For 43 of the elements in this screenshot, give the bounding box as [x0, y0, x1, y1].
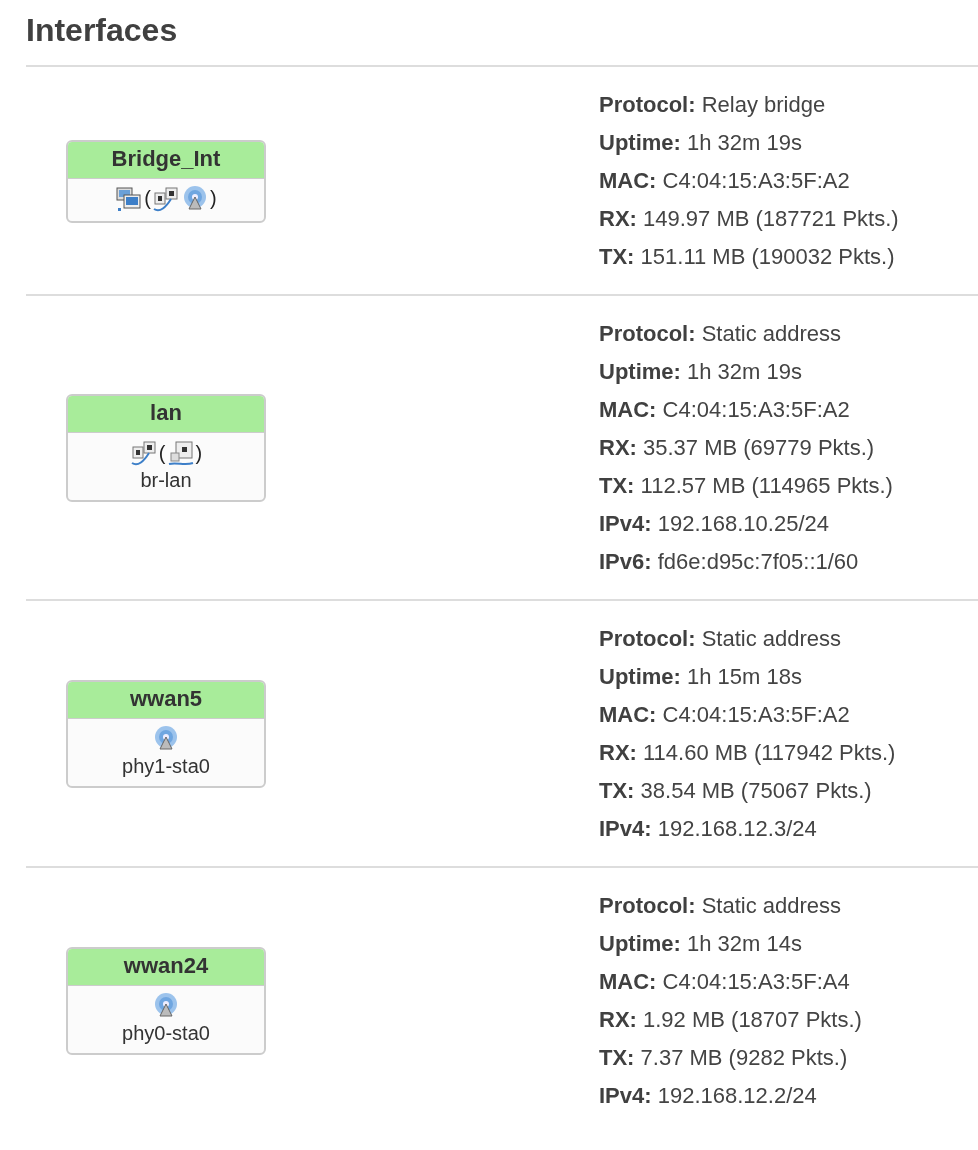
page-title: Interfaces [26, 12, 179, 49]
network-ports-icon [129, 439, 158, 467]
status-line: RX: 35.37 MB (69779 Pkts.) [599, 434, 876, 462]
status-line: IPv4: 192.168.12.2/24 [599, 1082, 818, 1110]
status-line: RX: 1.92 MB (18707 Pkts.) [599, 1006, 863, 1034]
parenthesis: ( [158, 441, 166, 465]
parenthesis: ) [210, 187, 217, 210]
parenthesis: ) [195, 441, 203, 465]
status-line: TX: 38.54 MB (75067 Pkts.) [599, 777, 873, 805]
status-line: RX: 114.60 MB (117942 Pkts.) [599, 739, 897, 767]
status-line: Uptime: 1h 32m 19s [599, 358, 803, 386]
status-line: Uptime: 1h 32m 19s [599, 129, 803, 157]
device-name: br-lan [140, 469, 192, 492]
status-line: MAC: C4:04:15:A3:5F:A2 [599, 701, 851, 729]
interface-name: Bridge_Int [68, 141, 264, 179]
network-ports-icon [152, 184, 180, 213]
wireless-antenna-icon [152, 992, 180, 1020]
status-line: Uptime: 1h 15m 18s [599, 663, 803, 691]
wireless-antenna-icon [181, 184, 209, 213]
status-line: IPv6: fd6e:d95c:7f05::1/60 [599, 548, 860, 576]
interface-name: wwan24 [68, 949, 264, 986]
status-line: TX: 7.37 MB (9282 Pkts.) [599, 1044, 849, 1072]
parenthesis: ( [144, 187, 151, 210]
status-line: MAC: C4:04:15:A3:5F:A4 [599, 968, 851, 996]
status-line: TX: 112.57 MB (114965 Pkts.) [599, 472, 894, 500]
status-line: Uptime: 1h 32m 14s [599, 930, 803, 958]
status-line: IPv4: 192.168.12.3/24 [599, 815, 818, 843]
device-name: phy1-sta0 [122, 755, 210, 778]
status-line: Protocol: Static address [599, 625, 843, 653]
status-line: RX: 149.97 MB (187721 Pkts.) [599, 205, 900, 233]
status-line: Protocol: Relay bridge [599, 91, 827, 119]
status-line: Protocol: Static address [599, 892, 843, 920]
status-line: TX: 151.11 MB (190032 Pkts.) [599, 243, 896, 271]
network-port-icon [166, 439, 195, 467]
status-line: IPv4: 192.168.10.25/24 [599, 510, 830, 538]
status-line: Protocol: Static address [599, 320, 843, 348]
device-name: phy0-sta0 [122, 1022, 210, 1045]
interface-name: wwan5 [68, 682, 264, 719]
computers-icon [115, 184, 144, 213]
interface-name: lan [68, 396, 264, 433]
status-line: MAC: C4:04:15:A3:5F:A2 [599, 396, 851, 424]
wireless-antenna-icon [152, 725, 180, 753]
status-line: MAC: C4:04:15:A3:5F:A2 [599, 167, 851, 195]
